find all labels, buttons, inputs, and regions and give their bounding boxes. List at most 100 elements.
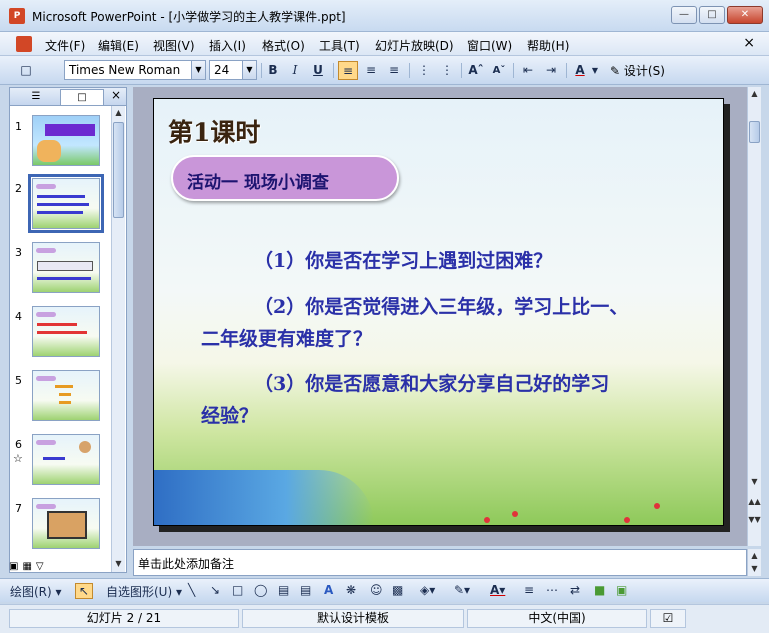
question-3-line-1[interactable]: （3）你是否愿意和大家分享自己好的学习 [254,369,609,396]
template-name[interactable]: 默认设计模板 [242,609,464,628]
3d-style-icon[interactable]: ▣ [616,583,627,597]
align-right-icon[interactable]: ≡ [384,61,404,80]
document-close-button[interactable]: × [743,35,755,51]
rectangle-tool-icon[interactable]: □ [232,583,243,597]
decrease-font-icon[interactable]: Aˇ [489,61,509,80]
diagram-icon[interactable]: ❋ [346,583,356,597]
autoshapes-button[interactable]: 自选图形(U) ▾ [106,583,182,600]
draw-menu-button[interactable]: 绘图(R) ▾ [10,583,62,600]
picture-icon[interactable]: ▩ [392,583,403,597]
numbering-icon[interactable]: ⋮ [414,61,434,80]
menu-tools[interactable]: 工具(T) [319,37,360,54]
increase-font-icon[interactable]: Aˆ [466,61,486,80]
slide-scrollbar[interactable]: ▲ ▼ ▲▲ ▼▼ [747,87,761,546]
thumbnail-clock [79,441,91,453]
outline-tab-icon[interactable]: ☰ [14,89,58,105]
line-color-icon[interactable]: ✎▾ [454,583,470,597]
normal-view-icon[interactable]: ▣ [9,561,18,572]
scrollbar-thumb[interactable] [749,121,760,143]
minimize-button[interactable]: — [671,6,697,24]
font-color-icon[interactable]: A▾ [490,583,505,597]
textbox-tool-icon[interactable]: ▤ [278,583,289,597]
slide-thumbnail-7[interactable] [32,498,100,549]
bullets-icon[interactable]: ⋮ [437,61,457,80]
document-icon[interactable] [16,36,32,52]
design-button[interactable]: ✎ 设计(S) [610,62,665,79]
menu-file[interactable]: 文件(F) [45,37,85,54]
scroll-down-icon[interactable]: ▼ [112,557,125,571]
chevron-down-icon[interactable]: ▼ [242,61,256,79]
chevron-down-icon[interactable]: ▼ [191,61,205,79]
align-left-icon[interactable]: ≡ [338,61,358,80]
slides-scrollbar[interactable]: ▲ ▼ [111,106,125,572]
question-1[interactable]: （1）你是否在学习上遇到过困难？ [254,246,552,273]
menu-edit[interactable]: 编辑(E) [98,37,139,54]
slide-thumbnail-6[interactable] [32,434,100,485]
language-indicator: 中文(中国) [467,609,647,628]
menu-window[interactable]: 窗口(W) [467,37,512,54]
slide-thumbnail-3[interactable] [32,242,100,293]
question-2-line-1[interactable]: （2）你是否觉得进入三年级，学习上比一、 [254,292,628,319]
question-2-line-2[interactable]: 二年级更有难度了？ [201,324,372,351]
oval-tool-icon[interactable]: ◯ [254,583,267,597]
scroll-up-icon[interactable]: ▲ [748,87,761,101]
menu-insert[interactable]: 插入(I) [209,37,246,54]
activity-pill[interactable]: 活动一 现场小调查 [171,155,399,201]
clipart-icon[interactable]: ☺ [370,583,383,597]
scroll-up-icon[interactable]: ▲ [112,106,125,120]
close-button[interactable]: ✕ [727,6,763,24]
menu-view[interactable]: 视图(V) [153,37,195,54]
scrollbar-thumb[interactable] [113,122,124,218]
notes-pane[interactable]: 单击此处添加备注 [133,549,747,576]
decrease-indent-icon[interactable]: ⇤ [518,61,538,80]
arrow-style-icon[interactable]: ⇄ [570,583,580,597]
underline-button[interactable]: U [308,61,328,80]
scroll-up-icon[interactable]: ▲ [748,549,761,563]
pane-close-button[interactable]: × [111,88,121,102]
line-style-icon[interactable]: ≡ [524,583,534,597]
font-size-combo[interactable]: 24 ▼ [209,60,257,80]
menu-help[interactable]: 帮助(H) [527,37,569,54]
chevron-down-icon[interactable]: ▼ [590,61,600,80]
slides-tab-icon[interactable]: □ [60,89,104,105]
italic-button[interactable]: I [285,61,305,80]
shadow-icon[interactable]: ■ [594,583,605,597]
maximize-button[interactable]: □ [699,6,725,24]
notes-scrollbar[interactable]: ▲ ▼ [747,549,761,576]
new-document-icon[interactable]: □ [16,61,36,80]
thumbnail-text-line [43,457,65,460]
dash-style-icon[interactable]: ⋯ [546,583,558,597]
font-color-icon[interactable]: A [570,61,590,80]
slide-title[interactable]: 第1课时 [168,113,260,149]
select-pointer-icon[interactable]: ↖ [75,583,94,599]
question-3-line-2[interactable]: 经验？ [201,401,258,428]
slide-thumbnail-2[interactable] [28,174,104,233]
scroll-down-icon[interactable]: ▼ [748,475,761,489]
slideshow-view-icon[interactable]: ▽ [36,561,44,572]
arrow-tool-icon[interactable]: ↘ [210,583,220,597]
thumbnail-text-line [37,195,85,198]
wordart-icon[interactable]: A [324,583,333,597]
slide-thumbnail-4[interactable] [32,306,100,357]
current-slide[interactable]: 第1课时 活动一 现场小调查 （1）你是否在学习上遇到过困难？ （2）你是否觉得… [153,98,724,526]
slide-thumbnail-1[interactable] [32,115,100,166]
slide-sorter-icon[interactable]: ▦ [22,561,31,572]
align-center-icon[interactable]: ≡ [361,61,381,80]
menu-slideshow[interactable]: 幻灯片放映(D) [375,37,454,54]
previous-slide-icon[interactable]: ▲▲ [748,495,761,509]
fill-color-icon[interactable]: ◈▾ [420,583,435,597]
powerpoint-icon[interactable]: P [9,8,25,24]
view-buttons: ▣ ▦ ▽ [9,561,44,572]
menu-format[interactable]: 格式(O) [262,37,305,54]
increase-indent-icon[interactable]: ⇥ [541,61,561,80]
font-name-combo[interactable]: Times New Roman ▼ [64,60,206,80]
vertical-textbox-icon[interactable]: ▤ [300,583,311,597]
slide-thumbnail-5[interactable] [32,370,100,421]
next-slide-icon[interactable]: ▼▼ [748,513,761,527]
flower-decoration [512,511,518,517]
scroll-down-icon[interactable]: ▼ [748,562,761,576]
line-tool-icon[interactable]: ╲ [188,583,195,597]
bold-button[interactable]: B [263,61,283,80]
spelling-check-icon[interactable]: ☑ [650,609,686,628]
slide-number: 5 [15,374,22,387]
